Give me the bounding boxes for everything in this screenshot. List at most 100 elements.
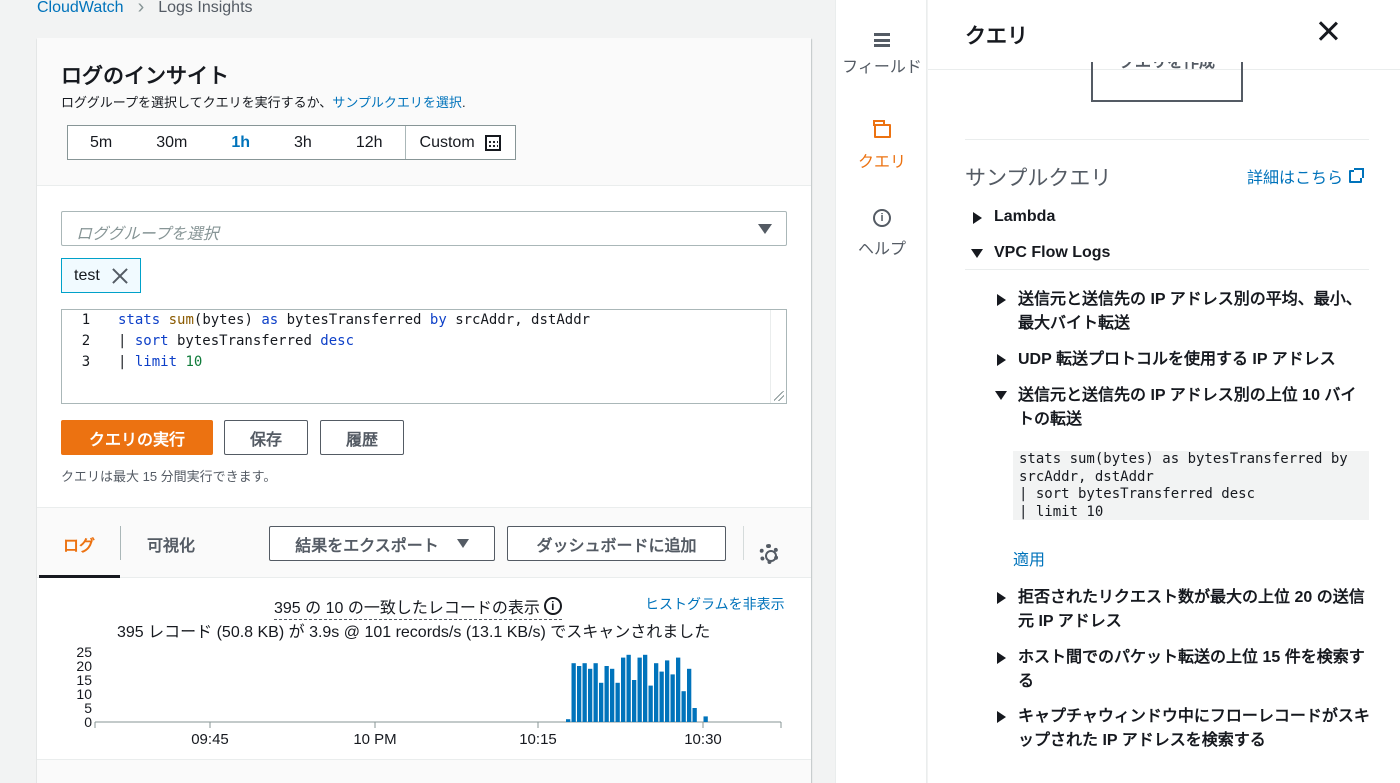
export-results-button[interactable]: 結果をエクスポート — [269, 526, 495, 561]
caret-down-icon — [758, 224, 772, 234]
time-range-30m[interactable]: 30m — [134, 126, 209, 159]
query-editor[interactable]: 1 stats sum(bytes) as bytesTransferred b… — [61, 309, 787, 404]
log-group-token: test — [61, 258, 141, 293]
add-to-dashboard-button[interactable]: ダッシュボードに追加 — [507, 526, 726, 561]
close-icon[interactable] — [1320, 22, 1338, 40]
results-count: 395 の 10 の一致したレコードの表示 i — [274, 594, 562, 620]
code-token: bytesTransferred — [278, 312, 430, 328]
rail-queries[interactable]: クエリ — [836, 120, 928, 172]
caret-right-icon[interactable] — [973, 212, 982, 224]
caret-down-icon[interactable] — [971, 249, 983, 258]
sample-queries-title: サンプルクエリ — [965, 167, 1112, 190]
results-count-text: 395 の 10 の一致したレコードの表示 — [274, 600, 540, 617]
code-token: by — [429, 312, 447, 328]
histogram-bar[interactable] — [621, 657, 626, 722]
apply-link[interactable]: 適用 — [1013, 546, 1045, 570]
sample-query-item[interactable]: 拒否されたリクエスト数が最大の上位 20 の送信元 IP アドレス — [1018, 586, 1370, 634]
code-line: | limit 10 — [108, 354, 202, 375]
calendar-icon — [484, 134, 501, 151]
histogram-bar[interactable] — [566, 719, 571, 722]
histogram-bar[interactable] — [659, 671, 664, 722]
histogram-bar[interactable] — [571, 663, 576, 722]
side-rail: フィールド クエリ i ヘルプ — [835, 0, 927, 783]
sample-query-item[interactable]: キャプチャウィンドウ中にフローレコードがスキップされた IP アドレスを検索する — [1018, 705, 1370, 753]
create-query-button[interactable]: クエリを作成 — [1091, 62, 1243, 102]
code-token: sort — [134, 333, 169, 349]
histogram-bar[interactable] — [703, 716, 708, 722]
learn-more-link[interactable]: 詳細はこちら — [1247, 164, 1365, 188]
code-token: | — [118, 354, 135, 370]
query-time-note: クエリは最大 15 分間実行できます。 — [61, 469, 277, 484]
histogram-bar[interactable] — [643, 654, 648, 722]
remove-token-icon[interactable] — [112, 268, 128, 284]
tab-visualize[interactable]: 可視化 — [147, 532, 195, 556]
histogram-bar[interactable] — [582, 663, 587, 722]
histogram-bar[interactable] — [654, 663, 659, 722]
histogram-chart: 2520151050 09:45 10 PM 10:15 10:30 — [76, 644, 782, 748]
histogram-bar[interactable] — [692, 708, 697, 722]
histogram-bar[interactable] — [588, 668, 593, 722]
time-range-selector: 5m 30m 1h 3h 12h Custom — [67, 125, 516, 160]
info-icon[interactable]: i — [543, 597, 562, 615]
caret-right-icon[interactable] — [997, 354, 1006, 366]
code-token: (bytes) — [193, 312, 262, 328]
caret-down-icon[interactable] — [995, 391, 1007, 400]
custom-label: Custom — [419, 133, 475, 151]
editor-scrollbar[interactable] — [770, 310, 786, 403]
time-range-3h[interactable]: 3h — [272, 126, 334, 159]
caret-right-icon[interactable] — [997, 652, 1006, 664]
sample-query-item[interactable]: UDP 転送プロトコルを使用する IP アドレス — [1018, 348, 1370, 372]
breadcrumb-current: Logs Insights — [158, 0, 253, 16]
gear-icon[interactable] — [759, 544, 779, 564]
histogram-bar[interactable] — [626, 654, 631, 722]
tab-active-indicator — [39, 575, 120, 578]
log-group-select[interactable]: ロググループを選択 — [61, 211, 787, 246]
rail-help[interactable]: i ヘルプ — [836, 209, 928, 259]
tab-divider — [120, 526, 121, 560]
breadcrumb-cloudwatch[interactable]: CloudWatch — [37, 0, 124, 17]
time-range-1h[interactable]: 1h — [209, 126, 272, 159]
time-range-custom[interactable]: Custom — [404, 126, 515, 159]
sample-query-item[interactable]: 送信元と送信先の IP アドレス別の平均、最小、最大バイト転送 — [1018, 288, 1370, 336]
histogram-bar[interactable] — [665, 660, 670, 722]
sample-query-item-expanded[interactable]: 送信元と送信先の IP アドレス別の上位 10 バイトの転送 — [1018, 384, 1370, 432]
histogram-bar[interactable] — [676, 657, 681, 722]
run-query-button[interactable]: クエリの実行 — [61, 420, 213, 455]
histogram-bar[interactable] — [681, 691, 686, 722]
histogram-bar[interactable] — [648, 685, 653, 722]
histogram-bar[interactable] — [577, 666, 582, 722]
resize-grip-icon[interactable] — [774, 391, 784, 401]
page-subtitle: ロググループを選択してクエリを実行するか、サンプルクエリを選択. — [61, 92, 466, 111]
tab-logs[interactable]: ログ — [63, 532, 95, 556]
info-icon: i — [873, 209, 891, 227]
histogram-bar[interactable] — [599, 682, 604, 722]
logs-insights-container: ログのインサイト ロググループを選択してクエリを実行するか、サンプルクエリを選択… — [37, 38, 811, 783]
caret-right-icon[interactable] — [997, 711, 1006, 723]
save-button[interactable]: 保存 — [224, 420, 308, 455]
rail-fields[interactable]: フィールド — [836, 33, 928, 77]
caret-right-icon[interactable] — [997, 592, 1006, 604]
results-toolbar: ログ 可視化 結果をエクスポート ダッシュボードに追加 — [37, 508, 811, 578]
code-token: 10 — [185, 354, 203, 370]
sample-query-item[interactable]: ホスト間でのパケット転送の上位 15 件を検索する — [1018, 646, 1370, 694]
y-tick-label: 0 — [84, 714, 92, 730]
hide-histogram-link[interactable]: ヒストグラムを非表示 — [645, 594, 785, 614]
histogram-bar[interactable] — [604, 666, 609, 722]
x-tick-label: 10:15 — [519, 731, 557, 748]
histogram-bar[interactable] — [610, 668, 615, 722]
code-token: | — [118, 333, 135, 349]
caret-right-icon[interactable] — [997, 294, 1006, 306]
histogram-bar[interactable] — [632, 680, 637, 722]
history-button[interactable]: 履歴 — [320, 420, 404, 455]
histogram-bar[interactable] — [615, 682, 620, 722]
histogram-bar[interactable] — [637, 657, 642, 722]
histogram-bar[interactable] — [687, 668, 692, 722]
time-range-12h[interactable]: 12h — [334, 126, 405, 159]
sample-query-link[interactable]: サンプルクエリを選択 — [332, 95, 462, 110]
histogram-bar[interactable] — [593, 663, 598, 722]
category-lambda[interactable]: Lambda — [994, 208, 1055, 226]
histogram-bar[interactable] — [670, 674, 675, 722]
time-range-5m[interactable]: 5m — [68, 126, 134, 159]
category-vpc-flow-logs[interactable]: VPC Flow Logs — [994, 244, 1110, 262]
